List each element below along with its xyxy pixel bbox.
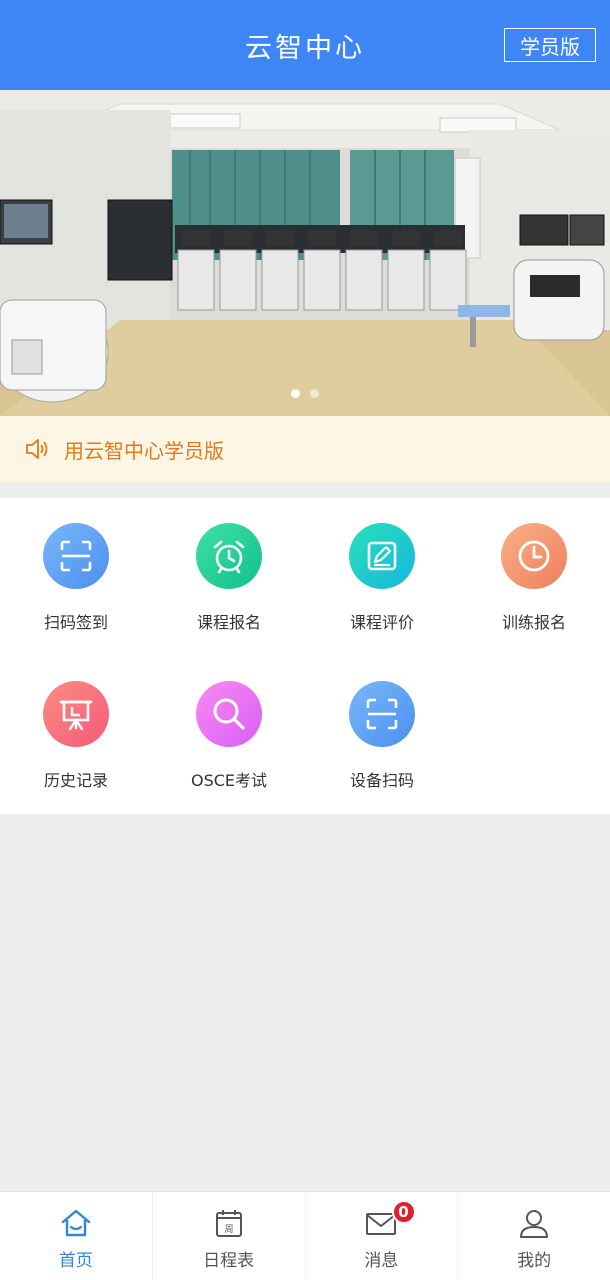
menu-item-label: 扫码签到 <box>43 613 108 632</box>
unread-badge: 0 <box>391 1200 416 1224</box>
tab-label: 消息 <box>364 1251 399 1271</box>
alarm-clock-icon <box>196 523 262 589</box>
menu-item-training-signup[interactable]: 训练报名 <box>458 498 610 656</box>
page-title: 云智中心 <box>245 32 365 64</box>
tab-label: 日程表 <box>203 1251 255 1271</box>
menu-item-course-signup[interactable]: 课程报名 <box>153 498 305 656</box>
notice-bar[interactable]: 用云智中心学员版 <box>0 416 610 482</box>
tab-home[interactable]: 首页 <box>0 1192 153 1280</box>
tab-schedule[interactable]: 周 日程表 <box>153 1192 306 1280</box>
menu-item-label: 课程评价 <box>349 613 414 632</box>
home-icon <box>61 1209 91 1237</box>
menu-item-history[interactable]: 历史记录 <box>0 656 152 814</box>
banner-image <box>0 90 610 416</box>
scan-icon <box>349 681 415 747</box>
speaker-icon <box>26 439 48 459</box>
carousel-dot-1[interactable] <box>291 389 300 398</box>
calendar-icon-text: 周 <box>224 1224 233 1235</box>
notice-text: 用云智中心学员版 <box>64 438 224 463</box>
feature-menu: 扫码签到 课程报名 课程评价 训练报名 历史记录 OSCE考试 设备扫码 <box>0 498 610 814</box>
carousel-dot-2[interactable] <box>310 389 319 398</box>
tab-label: 首页 <box>58 1251 93 1271</box>
tab-profile[interactable]: 我的 <box>458 1192 610 1280</box>
tab-messages[interactable]: 0 消息 <box>306 1192 459 1280</box>
bottom-tab-bar: 首页 周 日程表 0 消息 我的 <box>0 1191 610 1280</box>
user-icon <box>520 1210 549 1238</box>
menu-item-label: 训练报名 <box>501 613 566 632</box>
menu-item-label: OSCE考试 <box>190 771 268 790</box>
scan-icon <box>43 523 109 589</box>
menu-item-label: 历史记录 <box>43 771 108 790</box>
menu-item-label: 课程报名 <box>196 613 261 632</box>
menu-item-device-scan[interactable]: 设备扫码 <box>306 656 458 814</box>
calendar-icon: 周 <box>215 1210 242 1237</box>
role-switch-button[interactable]: 学员版 <box>504 28 596 62</box>
magnifier-icon <box>196 681 262 747</box>
clock-icon <box>501 523 567 589</box>
edit-icon <box>349 523 415 589</box>
carousel-dots <box>0 389 610 398</box>
menu-item-osce-exam[interactable]: OSCE考试 <box>153 656 305 814</box>
menu-item-label: 设备扫码 <box>349 771 414 790</box>
app-header: 云智中心 学员版 <box>0 0 610 90</box>
presentation-board-icon <box>43 681 109 747</box>
banner-carousel[interactable] <box>0 90 610 416</box>
menu-item-scan-checkin[interactable]: 扫码签到 <box>0 498 152 656</box>
tab-label: 我的 <box>517 1251 552 1271</box>
menu-item-course-review[interactable]: 课程评价 <box>306 498 458 656</box>
